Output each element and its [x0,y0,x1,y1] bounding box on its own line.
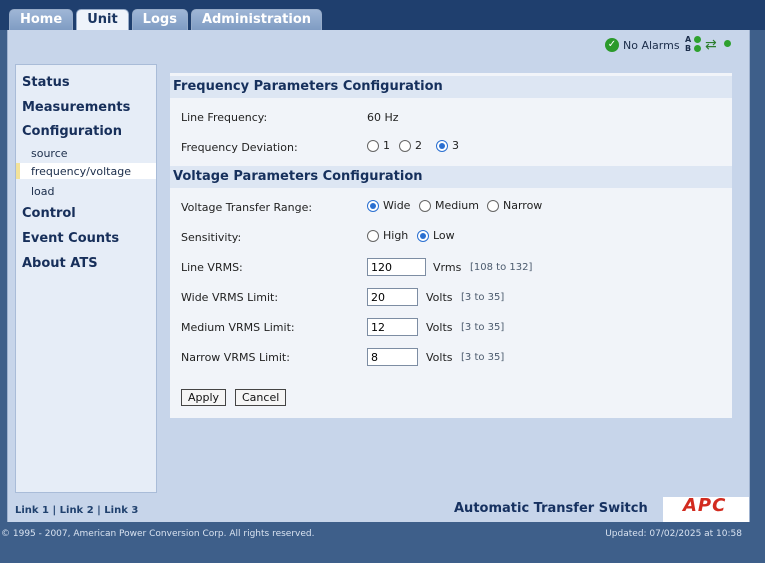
frequency-deviation-label: Frequency Deviation: [181,141,298,154]
wide-vrms-range: [3 to 35] [461,292,505,303]
range-option-medium-label: Medium [435,199,479,212]
apc-logo: APC [663,495,749,522]
main-frame: ✓ No Alarms A B ⇄ Status Measurements Co… [7,30,750,522]
alarm-text: No Alarms [623,38,680,52]
range-option-wide-label: Wide [383,199,411,212]
updated-timestamp: Updated: 07/02/2025 at 10:58 [605,529,742,539]
tab-administration[interactable]: Administration [190,9,323,30]
narrow-vrms-range: [3 to 35] [461,352,505,363]
nav-measurements[interactable]: Measurements [22,100,130,115]
nav-control[interactable]: Control [22,206,76,221]
range-option-narrow[interactable]: Narrow [487,199,542,212]
output-dot-icon [724,40,731,47]
radio-selected-icon[interactable] [436,139,448,152]
deviation-option-3[interactable]: 3 [436,139,459,152]
deviation-option-3-label: 3 [452,139,459,152]
link-separator: | [52,505,57,516]
footer-link-3[interactable]: Link 3 [104,505,138,516]
radio-icon[interactable] [487,199,499,212]
nav-sub-frequency-voltage[interactable]: frequency/voltage [31,165,131,178]
medium-vrms-limit-label: Medium VRMS Limit: [181,321,295,334]
source-a-dot-icon [694,36,701,43]
product-name: Automatic Transfer Switch [454,501,648,516]
tab-logs[interactable]: Logs [131,9,188,30]
line-frequency-label: Line Frequency: [181,111,268,124]
medium-vrms-limit-input[interactable] [367,318,418,336]
sensitivity-option-high[interactable]: High [367,229,408,242]
alarm-status[interactable]: ✓ No Alarms [605,38,680,52]
voltage-transfer-range-label: Voltage Transfer Range: [181,201,313,214]
line-frequency-value: 60 Hz [367,111,399,124]
nav-sub-source[interactable]: source [31,147,68,160]
copyright-text: © 1995 - 2007, American Power Conversion… [1,529,315,539]
radio-selected-icon[interactable] [367,199,379,212]
apply-button[interactable]: Apply [181,389,227,406]
deviation-option-1-label: 1 [383,139,390,152]
sidebar-nav: Status Measurements Configuration source… [15,64,157,493]
sensitivity-label: Sensitivity: [181,231,242,244]
footer-links: Link 1 | Link 2 | Link 3 [15,505,138,516]
link-separator: | [97,505,101,516]
range-option-narrow-label: Narrow [503,199,543,212]
sensitivity-option-high-label: High [383,229,409,242]
wide-vrms-limit-label: Wide VRMS Limit: [181,291,279,304]
line-vrms-unit: Vrms [433,261,462,274]
nav-sub-load[interactable]: load [31,185,55,198]
narrow-vrms-unit: Volts [426,351,453,364]
radio-icon[interactable] [399,139,411,152]
wide-vrms-unit: Volts [426,291,453,304]
source-b-label: B [685,44,692,53]
radio-selected-icon[interactable] [417,229,429,242]
deviation-option-2[interactable]: 2 [399,139,422,152]
check-icon: ✓ [605,38,619,52]
source-a-label: A [685,35,692,44]
sensitivity-option-low[interactable]: Low [417,229,455,242]
narrow-vrms-limit-label: Narrow VRMS Limit: [181,351,290,364]
frequency-section-title: Frequency Parameters Configuration [170,76,732,98]
line-vrms-input[interactable] [367,258,426,276]
cancel-button[interactable]: Cancel [235,389,287,406]
narrow-vrms-limit-input[interactable] [367,348,418,366]
voltage-section-title: Voltage Parameters Configuration [170,166,732,188]
range-option-wide[interactable]: Wide [367,199,410,212]
nav-event-counts[interactable]: Event Counts [22,231,119,246]
deviation-option-2-label: 2 [415,139,422,152]
radio-icon[interactable] [367,139,379,152]
footer-bar: Link 1 | Link 2 | Link 3 Automatic Trans… [8,495,749,522]
apc-logo-text: APC [683,495,727,516]
transfer-status-icon: A B ⇄ [685,35,735,55]
wide-vrms-limit-input[interactable] [367,288,418,306]
transfer-arrows-icon: ⇄ [705,37,717,53]
nav-about-ats[interactable]: About ATS [22,256,98,271]
tab-home[interactable]: Home [9,9,74,30]
line-vrms-range: [108 to 132] [470,262,533,273]
nav-status[interactable]: Status [22,75,70,90]
nav-configuration[interactable]: Configuration [22,124,122,139]
footer-link-1[interactable]: Link 1 [15,505,49,516]
status-bar: ✓ No Alarms A B ⇄ [8,30,749,60]
line-vrms-label: Line VRMS: [181,261,243,274]
range-option-medium[interactable]: Medium [419,199,479,212]
radio-icon[interactable] [367,229,379,242]
medium-vrms-unit: Volts [426,321,453,334]
deviation-option-1[interactable]: 1 [367,139,390,152]
tab-unit[interactable]: Unit [76,9,129,31]
main-tabs: Home Unit Logs Administration [9,9,325,31]
config-panel: Frequency Parameters Configuration Line … [170,73,732,418]
source-b-dot-icon [694,45,701,52]
sensitivity-option-low-label: Low [433,229,455,242]
footer-link-2[interactable]: Link 2 [60,505,94,516]
radio-icon[interactable] [419,199,431,212]
medium-vrms-range: [3 to 35] [461,322,505,333]
